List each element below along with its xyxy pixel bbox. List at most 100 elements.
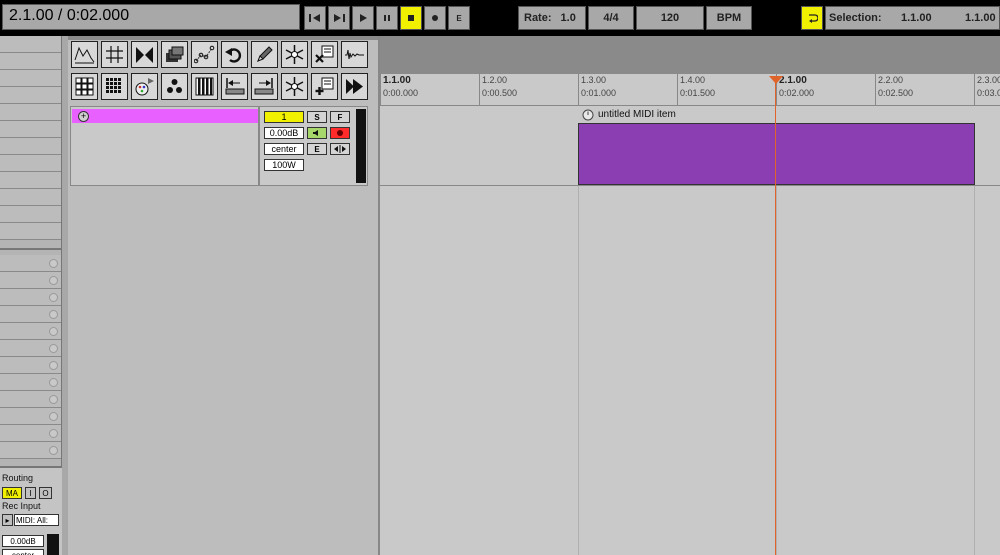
- rec-input-select[interactable]: MIDI: All:: [14, 514, 59, 526]
- track-lane[interactable]: untitled MIDI item: [380, 106, 1000, 186]
- mixer-slot[interactable]: [0, 104, 61, 121]
- timeline-ruler[interactable]: 1.1.00 0:00.000 1.2.00 0:00.500 1.3.00 0…: [380, 74, 1000, 106]
- track-pan-field[interactable]: center: [264, 143, 304, 155]
- send-slot[interactable]: [0, 357, 61, 374]
- input-monitor-icon[interactable]: ▸: [2, 514, 13, 526]
- tempo-field[interactable]: 120: [636, 6, 704, 30]
- midi-item[interactable]: untitled MIDI item: [578, 106, 975, 185]
- time-signature-field[interactable]: 4/4: [588, 6, 634, 30]
- mixer-slot[interactable]: [0, 172, 61, 189]
- add-item-button[interactable]: [311, 73, 338, 100]
- layers-button[interactable]: [161, 41, 188, 68]
- send-knob-icon[interactable]: [49, 310, 58, 319]
- send-slot[interactable]: [0, 442, 61, 459]
- solo-button[interactable]: S: [307, 111, 327, 123]
- send-knob-icon[interactable]: [49, 446, 58, 455]
- send-slot[interactable]: [0, 374, 61, 391]
- send-knob-icon[interactable]: [49, 293, 58, 302]
- render-button[interactable]: [341, 73, 368, 100]
- rate-field[interactable]: Rate: 1.0: [518, 6, 586, 30]
- fx-button[interactable]: F: [330, 111, 350, 123]
- mixer-slot[interactable]: [0, 36, 61, 53]
- rewind-button[interactable]: [304, 6, 326, 30]
- delete-item-button[interactable]: [311, 41, 338, 68]
- envelope-button[interactable]: E: [307, 143, 327, 155]
- edit-mode-button[interactable]: E: [448, 6, 470, 30]
- mixer-slot[interactable]: [0, 206, 61, 223]
- grid-button[interactable]: [101, 41, 128, 68]
- freeze-button-2[interactable]: [281, 73, 308, 100]
- io-button[interactable]: [330, 143, 350, 155]
- mute-button[interactable]: [307, 127, 327, 139]
- send-knob-icon[interactable]: [49, 327, 58, 336]
- send-slot[interactable]: [0, 323, 61, 340]
- arrange-view[interactable]: 1.1.00 0:00.000 1.2.00 0:00.500 1.3.00 0…: [378, 36, 1000, 555]
- track-name-field[interactable]: +: [72, 109, 258, 123]
- send-slot[interactable]: [0, 255, 61, 272]
- track-volume-field[interactable]: 0.00dB: [264, 127, 304, 139]
- bpm-label[interactable]: BPM: [706, 6, 752, 30]
- send-knob-icon[interactable]: [49, 429, 58, 438]
- forward-button[interactable]: [328, 6, 350, 30]
- mixer-slot[interactable]: [0, 70, 61, 87]
- midi-item-header[interactable]: untitled MIDI item: [578, 106, 975, 123]
- midi-item-body[interactable]: [578, 123, 975, 185]
- send-knob-icon[interactable]: [49, 344, 58, 353]
- send-knob-icon[interactable]: [49, 259, 58, 268]
- mixer-pan-field[interactable]: center: [2, 549, 44, 555]
- mixer-slot[interactable]: [0, 87, 61, 104]
- pause-button[interactable]: [376, 6, 398, 30]
- mixer-slot[interactable]: [0, 189, 61, 206]
- send-knob-icon[interactable]: [49, 378, 58, 387]
- mixer-slot[interactable]: [0, 121, 61, 138]
- automation-points-button[interactable]: [191, 41, 218, 68]
- palette-play-button[interactable]: [131, 73, 158, 100]
- play-button[interactable]: [352, 6, 374, 30]
- track-width-field[interactable]: 100W: [264, 159, 304, 171]
- record-button[interactable]: [424, 6, 446, 30]
- send-slot[interactable]: [0, 289, 61, 306]
- pencil-button[interactable]: [251, 41, 278, 68]
- mixer-slot[interactable]: [0, 155, 61, 172]
- send-slot[interactable]: [0, 272, 61, 289]
- master-routing-button[interactable]: MA: [2, 487, 22, 499]
- piano-keys-button[interactable]: [191, 73, 218, 100]
- send-knob-icon[interactable]: [49, 276, 58, 285]
- split-button[interactable]: [131, 41, 158, 68]
- send-slot[interactable]: [0, 391, 61, 408]
- input-routing-button[interactable]: I: [25, 487, 36, 499]
- output-routing-button[interactable]: O: [39, 487, 52, 499]
- mixer-slot[interactable]: [0, 53, 61, 70]
- mixer-volume-field[interactable]: 0.00dB: [2, 535, 44, 547]
- record-arm-button[interactable]: [330, 127, 350, 139]
- envelope-tool-button[interactable]: [71, 41, 98, 68]
- mixer-slot[interactable]: [0, 138, 61, 155]
- trim-right-button[interactable]: [251, 73, 278, 100]
- send-slot[interactable]: [0, 340, 61, 357]
- selection-display[interactable]: Selection: 1.1.00 1.1.00: [825, 6, 1000, 30]
- record-arm-icon: [337, 130, 343, 136]
- send-knob-icon[interactable]: [49, 361, 58, 370]
- midi-grid-button[interactable]: [71, 73, 98, 100]
- time-display[interactable]: 2.1.00 / 0:02.000: [2, 4, 300, 30]
- playhead[interactable]: [775, 76, 776, 555]
- trim-left-button[interactable]: [221, 73, 248, 100]
- send-knob-icon[interactable]: [49, 395, 58, 404]
- midi-editor-button[interactable]: [101, 73, 128, 100]
- playhead-marker-icon[interactable]: [769, 76, 783, 84]
- waveform-button[interactable]: [341, 41, 368, 68]
- tcp-divider[interactable]: [258, 107, 260, 185]
- send-slot[interactable]: [0, 408, 61, 425]
- arrange-header: [380, 36, 1000, 74]
- loop-toggle-button[interactable]: [801, 6, 823, 30]
- send-slot[interactable]: [0, 425, 61, 442]
- freeze-button[interactable]: [281, 41, 308, 68]
- stop-button[interactable]: [400, 6, 422, 30]
- undo-button[interactable]: [221, 41, 248, 68]
- dots-button[interactable]: [161, 73, 188, 100]
- send-slot[interactable]: [0, 306, 61, 323]
- send-knob-icon[interactable]: [49, 412, 58, 421]
- add-fx-icon[interactable]: +: [78, 111, 89, 122]
- mixer-slot[interactable]: [0, 223, 61, 240]
- track-number[interactable]: 1: [264, 111, 304, 123]
